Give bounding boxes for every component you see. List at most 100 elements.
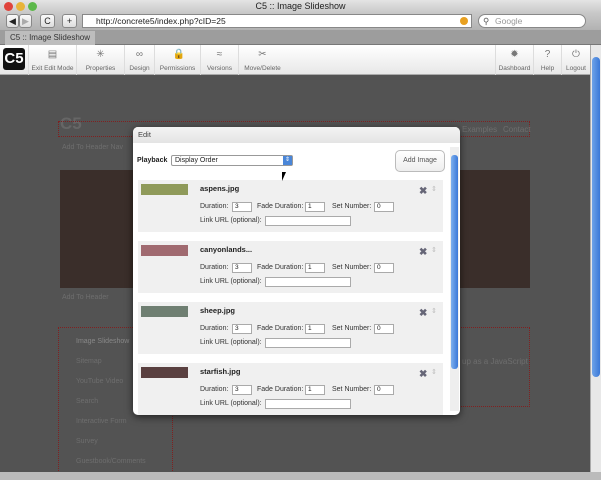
sidebar-item[interactable]: YouTube Video — [76, 378, 123, 385]
link-url-input[interactable] — [265, 277, 351, 287]
set-number-label: Set Number: — [332, 203, 372, 210]
toolbar-button-label: Dashboard — [498, 65, 531, 72]
select-arrows-icon: ⇕ — [283, 156, 292, 165]
dialog-scroll-thumb[interactable] — [451, 155, 458, 369]
toolbar-lock-button[interactable]: 🔒 Permissions — [154, 45, 200, 75]
reorder-arrows-icon[interactable]: ⇕ — [431, 185, 437, 193]
lock-icon: 🔒 — [172, 49, 185, 60]
c5-logo[interactable]: C5 — [3, 48, 25, 70]
toolbar-button-label: Logout — [566, 65, 586, 72]
search-icon: ⚲ — [483, 16, 490, 26]
toolbar-asterisk-button[interactable]: ✳ Properties — [76, 45, 124, 75]
url-bar[interactable]: http://concrete5/index.php?cID=25 — [82, 14, 472, 28]
toolbar-logout-button[interactable]: ⏻ Logout — [561, 45, 590, 75]
sidebar-item[interactable]: Interactive Form — [76, 418, 127, 425]
page-scroll-thumb[interactable] — [592, 57, 600, 377]
image-row: sheep.jpg Duration: 3 Fade Duration: 1 S… — [138, 302, 443, 354]
duration-label: Duration: — [200, 203, 229, 210]
delete-icon[interactable]: ✖ — [419, 308, 427, 319]
fade-duration-input[interactable]: 1 — [305, 202, 325, 212]
toolbar-scissors-button[interactable]: ✂ Move/Delete — [238, 45, 286, 75]
image-thumbnail — [141, 306, 188, 317]
set-number-input[interactable]: 0 — [374, 324, 394, 334]
duration-input[interactable]: 3 — [232, 385, 252, 395]
delete-icon[interactable]: ✖ — [419, 247, 427, 258]
sidebar-item[interactable]: Sitemap — [76, 358, 102, 365]
logout-icon: ⏻ — [572, 49, 580, 60]
add-image-button[interactable]: Add Image — [395, 150, 445, 172]
content-area — [450, 327, 530, 407]
dialog-scrollbar[interactable] — [450, 147, 459, 411]
close-window-button[interactable] — [4, 2, 13, 11]
toolbar-help-button[interactable]: ? Help — [533, 45, 561, 75]
toolbar-button-label: Permissions — [159, 65, 196, 72]
exit-icon: ▤ — [47, 49, 58, 60]
image-row: canyonlands... Duration: 3 Fade Duration… — [138, 241, 443, 293]
forward-button[interactable]: ▶ — [19, 14, 32, 28]
minimize-window-button[interactable] — [16, 2, 25, 11]
toolbar-button-label: Properties — [85, 65, 116, 72]
image-thumbnail — [141, 184, 188, 195]
status-bar — [0, 472, 601, 480]
nav-link-examples[interactable]: Examples — [462, 125, 497, 134]
toolbar-button-label: Versions — [207, 65, 232, 72]
content-text: up as a JavaScript — [462, 357, 528, 366]
fade-duration-label: Fade Duration: — [257, 386, 304, 393]
playback-value: Display Order — [175, 157, 218, 164]
link-url-input[interactable] — [265, 216, 351, 226]
playback-select[interactable]: Display Order ⇕ — [171, 155, 293, 166]
duration-input[interactable]: 3 — [232, 202, 252, 212]
zoom-window-button[interactable] — [28, 2, 37, 11]
set-number-input[interactable]: 0 — [374, 202, 394, 212]
add-bookmark-button[interactable]: + — [62, 14, 77, 28]
set-number-input[interactable]: 0 — [374, 385, 394, 395]
link-url-input[interactable] — [265, 399, 351, 409]
help-icon: ? — [544, 49, 551, 60]
search-input[interactable]: ⚲ Google — [478, 14, 586, 28]
fade-duration-input[interactable]: 1 — [305, 324, 325, 334]
reorder-arrows-icon[interactable]: ⇕ — [431, 246, 437, 254]
reorder-arrows-icon[interactable]: ⇕ — [431, 368, 437, 376]
link-url-label: Link URL (optional): — [200, 339, 262, 346]
toolbar-gear-button[interactable]: ✹ Dashboard — [495, 45, 533, 75]
set-number-label: Set Number: — [332, 386, 372, 393]
add-to-header-nav[interactable]: Add To Header Nav — [62, 144, 123, 151]
delete-icon[interactable]: ✖ — [419, 369, 427, 380]
glasses-icon: ∞ — [135, 49, 144, 60]
duration-label: Duration: — [200, 264, 229, 271]
image-filename: canyonlands... — [200, 245, 253, 254]
toolbar-glasses-button[interactable]: ∞ Design — [124, 45, 154, 75]
back-button[interactable]: ◀ — [6, 14, 19, 28]
duration-input[interactable]: 3 — [232, 263, 252, 273]
toolbar-versions-button[interactable]: ≈ Versions — [200, 45, 238, 75]
toolbar-button-label: Design — [129, 65, 150, 72]
sidebar-item[interactable]: Search — [76, 398, 98, 405]
set-number-label: Set Number: — [332, 264, 372, 271]
set-number-input[interactable]: 0 — [374, 263, 394, 273]
reorder-arrows-icon[interactable]: ⇕ — [431, 307, 437, 315]
duration-label: Duration: — [200, 386, 229, 393]
link-url-input[interactable] — [265, 338, 351, 348]
toolbar-exit-button[interactable]: ▤ Exit Edit Mode — [28, 45, 76, 75]
image-filename: sheep.jpg — [200, 306, 236, 315]
sidebar-item[interactable]: Survey — [76, 438, 98, 445]
window-title: C5 :: Image Slideshow — [255, 1, 346, 11]
fade-duration-input[interactable]: 1 — [305, 385, 325, 395]
image-filename: starfish.jpg — [200, 367, 241, 376]
rss-icon[interactable] — [460, 17, 468, 25]
nav-link-contact[interactable]: Contact — [503, 125, 531, 134]
gear-icon: ✹ — [510, 49, 519, 60]
duration-input[interactable]: 3 — [232, 324, 252, 334]
delete-icon[interactable]: ✖ — [419, 186, 427, 197]
reload-button[interactable]: C — [40, 14, 55, 28]
add-to-header[interactable]: Add To Header — [62, 294, 109, 301]
page-scrollbar[interactable] — [590, 45, 601, 472]
tab-image-slideshow[interactable]: C5 :: Image Slideshow — [5, 31, 95, 45]
set-number-label: Set Number: — [332, 325, 372, 332]
sidebar-item[interactable]: Image Slideshow — [76, 338, 129, 345]
toolbar-button-label: Move/Delete — [244, 65, 281, 72]
duration-label: Duration: — [200, 325, 229, 332]
sidebar-item[interactable]: Guestbook/Comments — [76, 458, 146, 465]
tab-bar: C5 :: Image Slideshow — [0, 30, 601, 45]
fade-duration-input[interactable]: 1 — [305, 263, 325, 273]
